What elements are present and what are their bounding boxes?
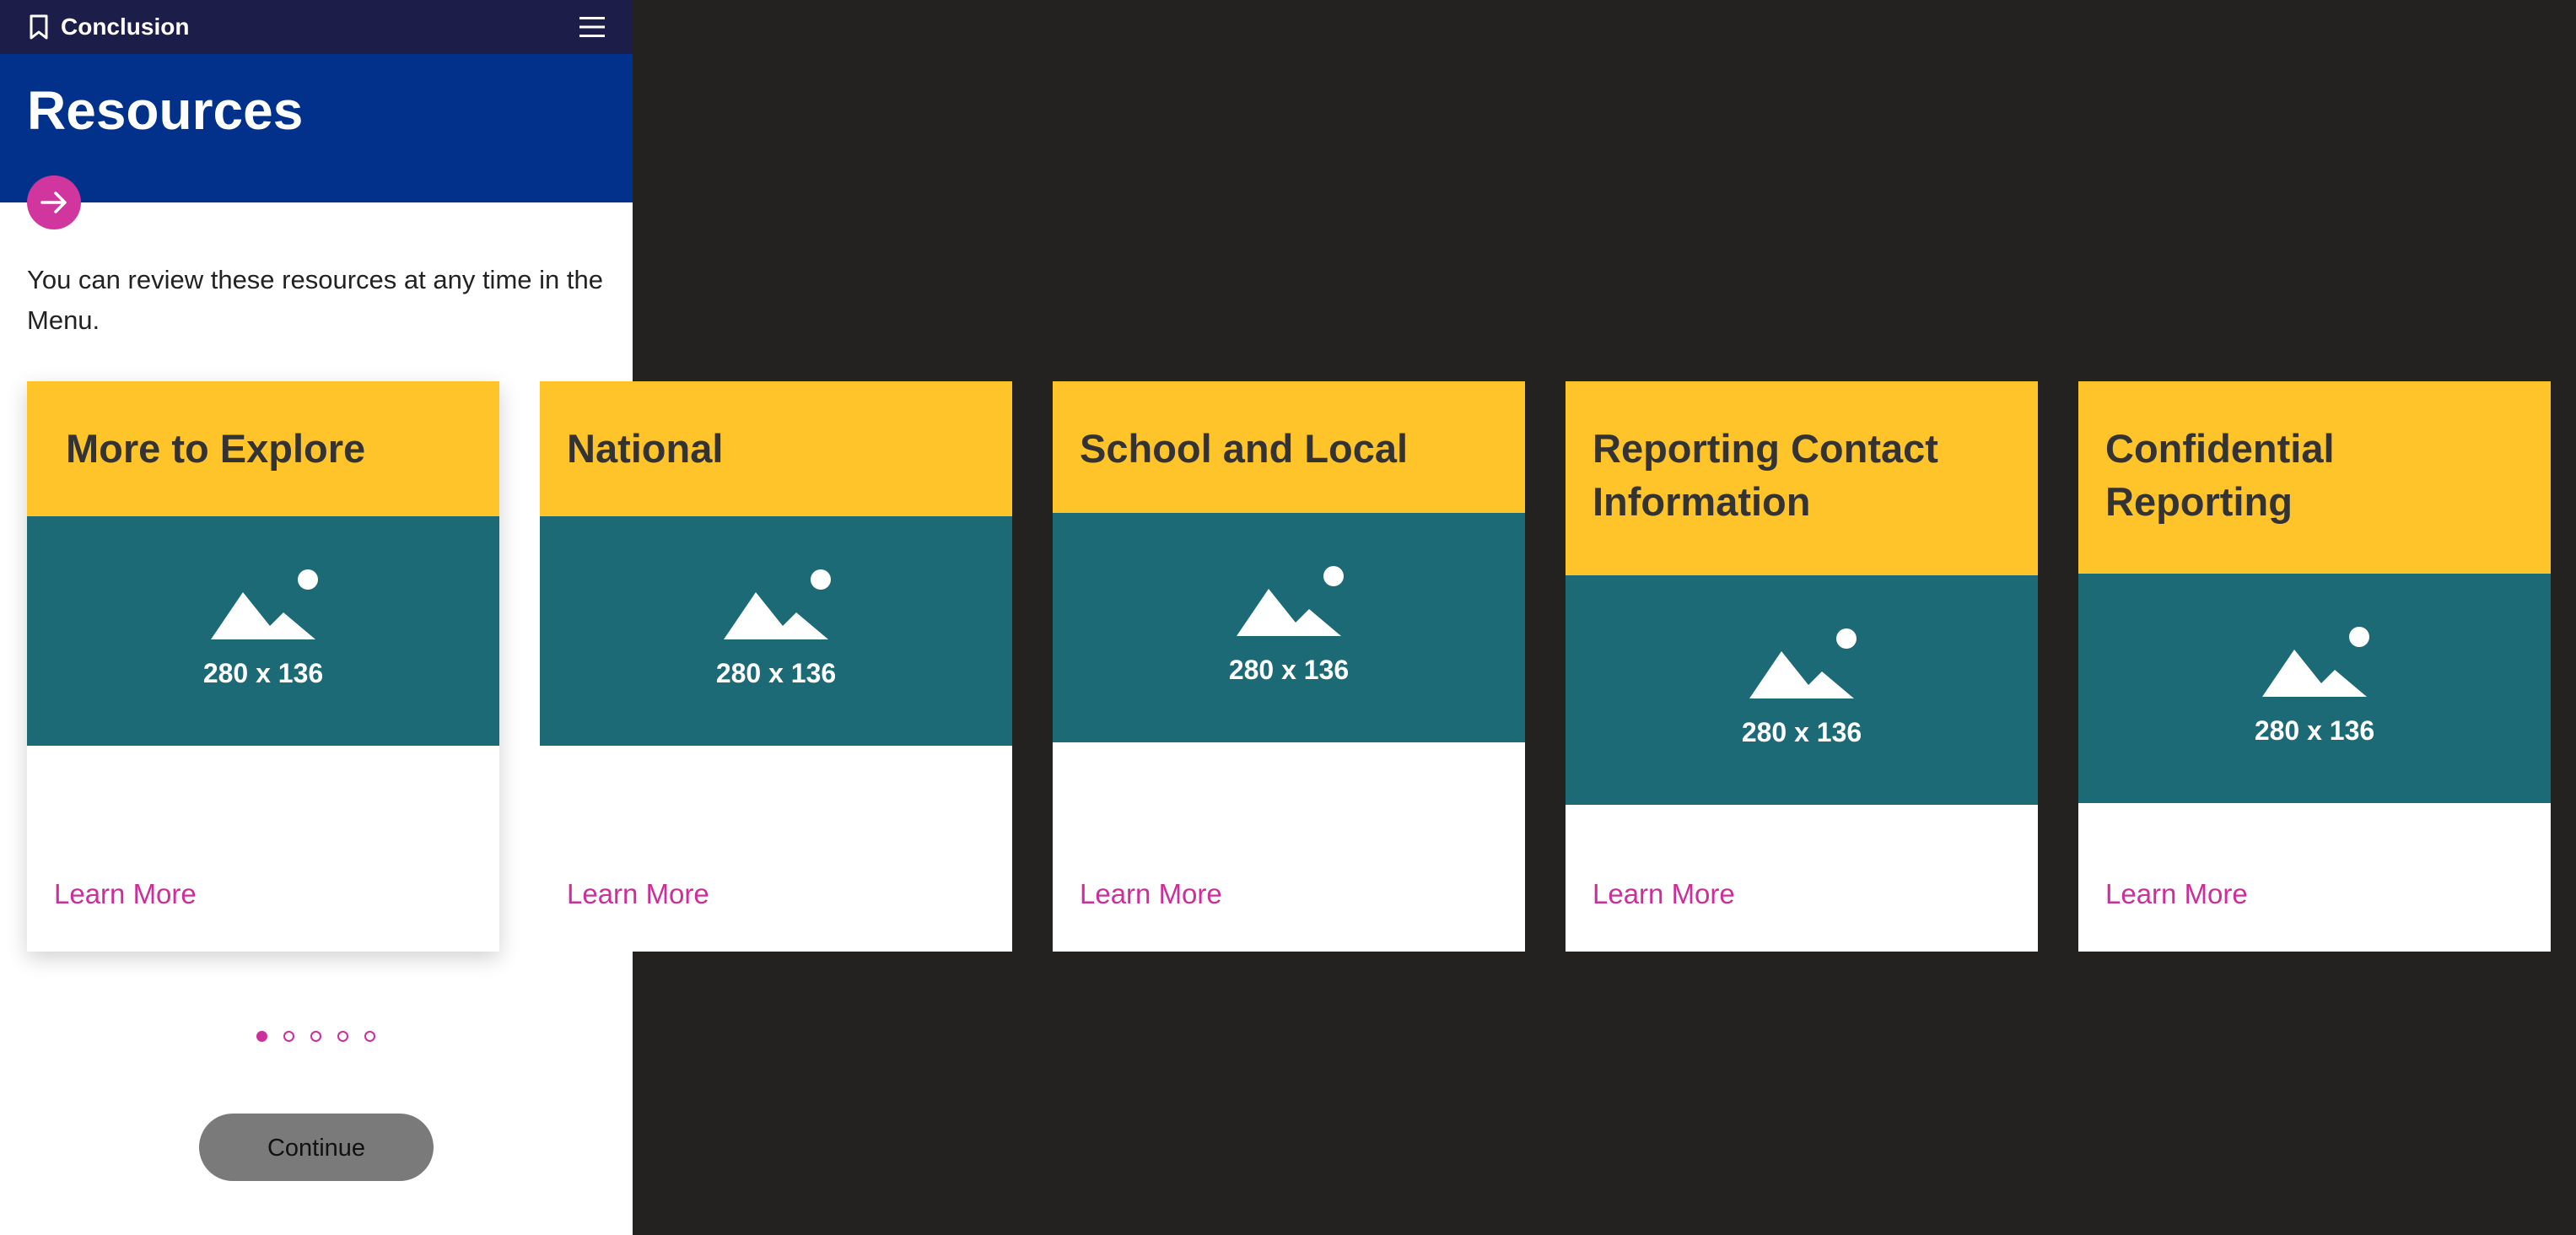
learn-more-link[interactable]: Learn More	[1592, 877, 1735, 911]
next-arrow-button[interactable]	[27, 175, 81, 229]
learn-more-link[interactable]: Learn More	[1080, 877, 1222, 911]
image-placeholder-icon	[1749, 628, 1857, 698]
learn-more-link[interactable]: Learn More	[54, 877, 197, 911]
card-title: Reporting Contact Information	[1592, 426, 1938, 524]
pagination-dot-1[interactable]	[256, 1031, 267, 1042]
card-header: Reporting Contact Information	[1566, 381, 2038, 575]
card-image-placeholder: 280 x 136	[1053, 513, 1525, 742]
card-title: Confidential Reporting	[2105, 426, 2335, 524]
arrow-right-icon	[40, 191, 67, 213]
resource-card-reporting-contact-information[interactable]: Reporting Contact Information 280 x 136 …	[1566, 381, 2038, 952]
resource-card-national[interactable]: National 280 x 136 Learn More	[540, 381, 1012, 952]
pagination-dot-2[interactable]	[283, 1031, 294, 1042]
card-image-placeholder: 280 x 136	[27, 516, 499, 746]
card-header: More to Explore	[27, 381, 499, 516]
hamburger-menu-icon[interactable]	[579, 13, 606, 40]
carousel-pagination	[253, 1031, 388, 1048]
card-header: National	[540, 381, 1012, 516]
card-title: School and Local	[1080, 426, 1409, 471]
image-placeholder-icon	[1237, 566, 1344, 636]
intro-text: You can review these resources at any ti…	[27, 265, 603, 335]
image-size-label: 280 x 136	[202, 658, 324, 688]
bookmark-icon[interactable]	[29, 14, 49, 40]
image-placeholder-icon	[211, 569, 318, 639]
image-placeholder-icon	[724, 569, 831, 639]
card-title: National	[567, 426, 724, 471]
image-placeholder-icon	[2262, 627, 2369, 697]
top-bar: Conclusion	[0, 0, 633, 54]
page-title: Resources	[27, 80, 304, 141]
card-header: Confidential Reporting	[2078, 381, 2551, 574]
resource-card-confidential-reporting[interactable]: Confidential Reporting 280 x 136 Learn M…	[2078, 381, 2551, 952]
section-title: Conclusion	[61, 13, 190, 40]
image-size-label: 280 x 136	[1228, 655, 1350, 685]
resource-card-school-and-local[interactable]: School and Local 280 x 136 Learn More	[1053, 381, 1525, 952]
card-image-placeholder: 280 x 136	[540, 516, 1012, 746]
image-size-label: 280 x 136	[715, 658, 837, 688]
resource-card-more-to-explore[interactable]: More to Explore 280 x 136 Learn More	[27, 381, 499, 952]
card-image-placeholder: 280 x 136	[1566, 575, 2038, 805]
image-size-label: 280 x 136	[1741, 717, 1862, 747]
pagination-dot-3[interactable]	[310, 1031, 321, 1042]
learn-more-link[interactable]: Learn More	[2105, 877, 2248, 911]
pagination-dot-4[interactable]	[337, 1031, 348, 1042]
card-title: More to Explore	[66, 426, 366, 471]
image-size-label: 280 x 136	[2254, 715, 2375, 746]
card-image-placeholder: 280 x 136	[2078, 574, 2551, 803]
hero-banner: Resources	[0, 54, 633, 202]
pagination-dot-5[interactable]	[364, 1031, 375, 1042]
learn-more-link[interactable]: Learn More	[567, 877, 709, 911]
card-header: School and Local	[1053, 381, 1525, 513]
continue-button[interactable]: Continue	[199, 1114, 434, 1181]
